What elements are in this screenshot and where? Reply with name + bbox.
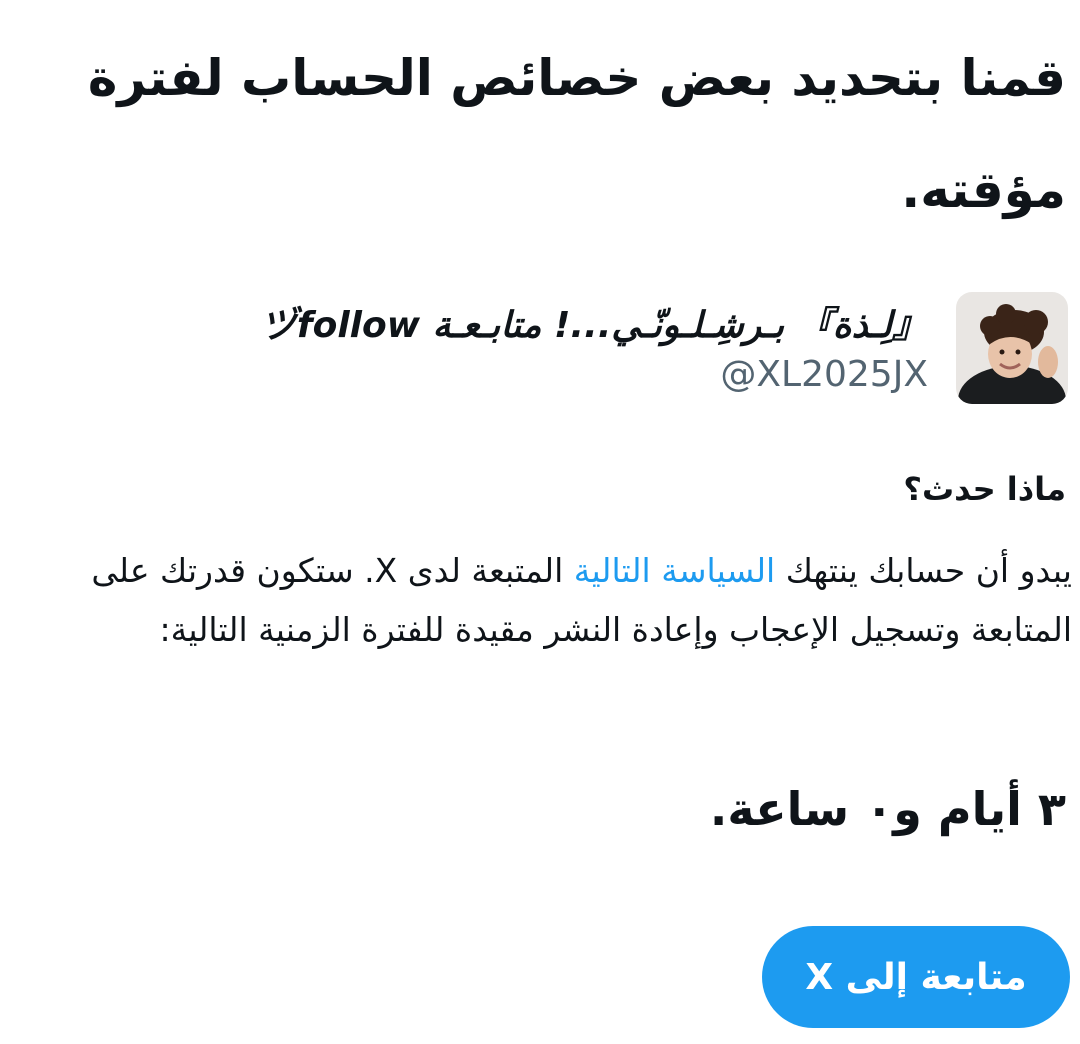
avatar-image <box>956 292 1068 404</box>
avatar <box>956 292 1068 404</box>
notice-title: قمنا بتحديد بعض خصائص الحساب لفترة مؤقته… <box>87 49 1066 219</box>
policy-link[interactable]: السياسة التالية <box>574 551 775 590</box>
account-handle: @XL2025JX <box>720 354 928 395</box>
restriction-notice-page: قمنا بتحديد بعض خصائص الحساب لفترة مؤقته… <box>0 0 1080 1044</box>
account-card: 『لِـذة』 بـرشِـلـونّـي...! متابـعـة ヅfoll… <box>28 292 1068 408</box>
what-happened-heading: ماذا حدث؟ <box>903 470 1066 508</box>
account-display-name: 『لِـذة』 بـرشِـلـونّـي...! متابـعـة ヅfoll… <box>260 305 928 346</box>
violation-description: يبدو أن حسابك ينتهك السياسة التالية المت… <box>6 541 1072 659</box>
description-text-start: يبدو أن حسابك ينتهك <box>775 551 1072 590</box>
restriction-duration: ٣ أيام و٠ ساعة. <box>709 782 1066 836</box>
continue-to-x-button[interactable]: متابعة إلى X <box>762 926 1070 1028</box>
